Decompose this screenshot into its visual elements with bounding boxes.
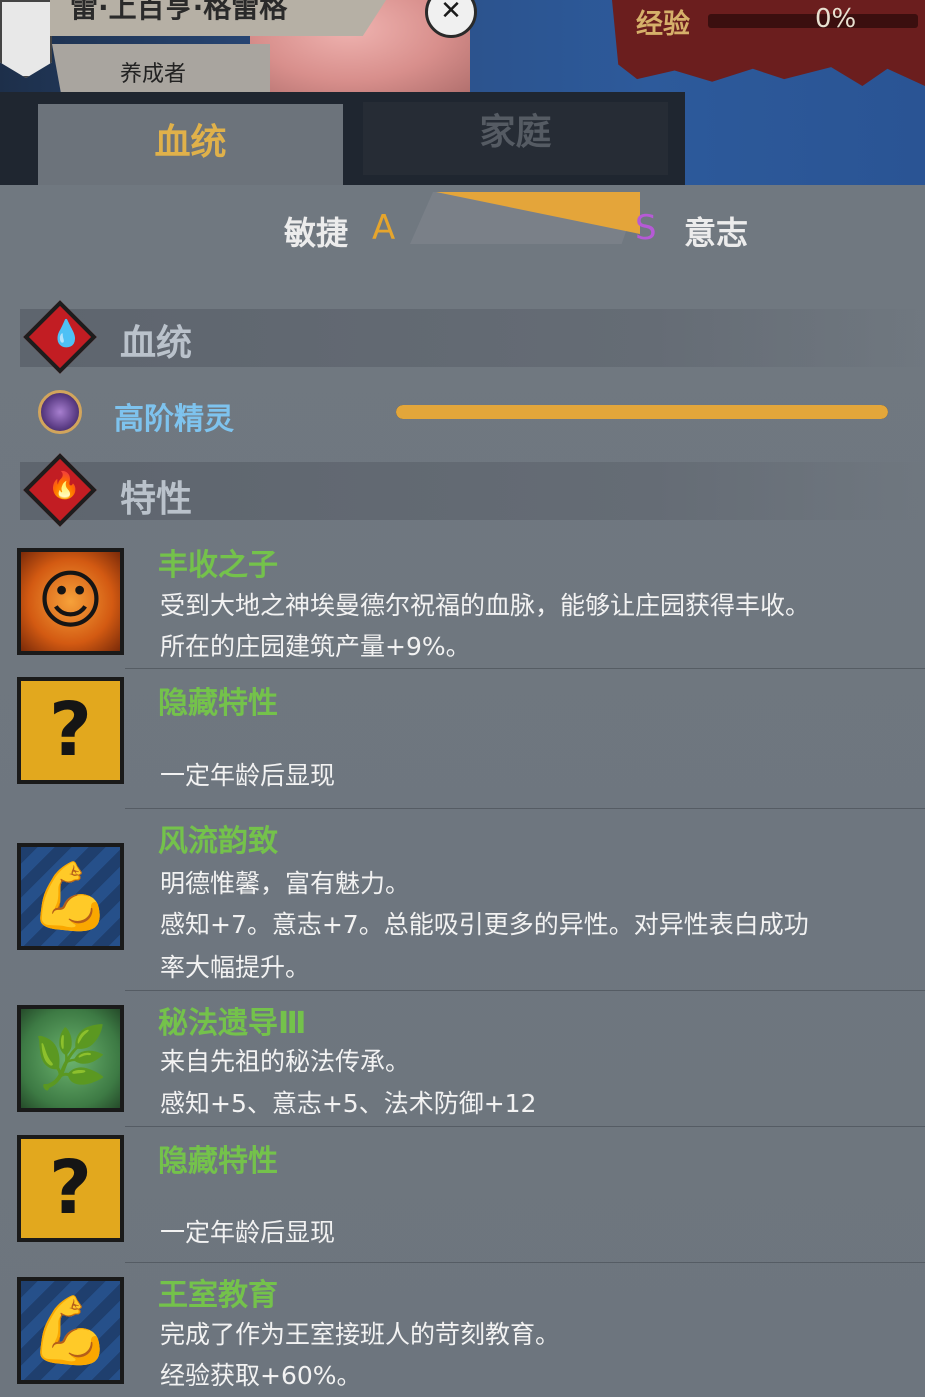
tab-family[interactable]: 家庭: [363, 102, 668, 175]
divider: [125, 1126, 925, 1127]
flexed-arm-icon[interactable]: 💪: [17, 843, 124, 950]
question-mark-icon[interactable]: ?: [17, 677, 124, 784]
blood-drop-glyph: 💧: [50, 319, 83, 349]
trait-title: 王室教育: [158, 1278, 278, 1313]
flexed-arm-icon[interactable]: 💪: [17, 1277, 124, 1384]
trait-title: 隐藏特性: [158, 686, 278, 721]
attribute-right-grade: S: [635, 208, 657, 248]
trait-description: 明德惟馨，富有魅力。: [160, 869, 411, 898]
question-mark-icon[interactable]: ?: [17, 1135, 124, 1242]
trait-description: 一定年龄后显现: [160, 761, 336, 790]
trait-description: 经验获取+60%。: [160, 1361, 362, 1390]
sun-face-icon[interactable]: ☺: [17, 548, 124, 655]
trait-description: 感知+7。意志+7。总能吸引更多的异性。对异性表白成功: [160, 910, 809, 939]
bloodline-purity-bar: [396, 405, 888, 419]
tab-bar: 血统 家庭: [0, 92, 685, 185]
traits-section-title: 特性: [120, 479, 193, 520]
elf-bloodline-icon: [38, 390, 82, 434]
trait-title: 秘法遗导Ⅲ: [158, 1006, 307, 1041]
trait-description: 来自先祖的秘法传承。: [160, 1047, 411, 1076]
divider: [125, 1262, 925, 1263]
character-role: 养成者: [120, 62, 187, 87]
trait-description: 感知+5、意志+5、法术防御+12: [160, 1089, 537, 1118]
trait-description: 完成了作为王室接班人的苛刻教育。: [160, 1320, 561, 1349]
xp-value: 0%: [815, 4, 857, 34]
trait-title: 风流韵致: [158, 824, 278, 859]
trait-description: 受到大地之神埃曼德尔祝福的血脉，能够让庄园获得丰收。: [160, 591, 811, 620]
bloodline-name: 高阶精灵: [114, 402, 234, 437]
trait-description: 一定年龄后显现: [160, 1218, 336, 1247]
attribute-left-label: 敏捷: [284, 214, 349, 252]
divider: [125, 808, 925, 809]
character-name: 雷·上百亨·格雷格: [70, 0, 288, 24]
trait-title: 丰收之子: [158, 548, 278, 583]
trait-title: 隐藏特性: [158, 1144, 278, 1179]
leaf-branch-icon[interactable]: 🌿: [17, 1005, 124, 1112]
tab-bloodline[interactable]: 血统: [38, 104, 343, 185]
attribute-right-label: 意志: [684, 214, 749, 252]
xp-label: 经验: [636, 9, 690, 40]
attribute-left-grade: A: [372, 208, 396, 248]
trait-description: 所在的庄园建筑产量+9%。: [160, 632, 471, 661]
bloodline-section-title: 血统: [120, 323, 193, 364]
divider: [125, 990, 925, 991]
xp-bar: [708, 14, 918, 28]
bloodline-purity-fill: [396, 405, 888, 419]
flame-glyph: 🔥: [48, 471, 81, 501]
house-emblem-icon: [0, 0, 52, 78]
divider: [125, 668, 925, 669]
trait-description: 率大幅提升。: [160, 953, 311, 982]
